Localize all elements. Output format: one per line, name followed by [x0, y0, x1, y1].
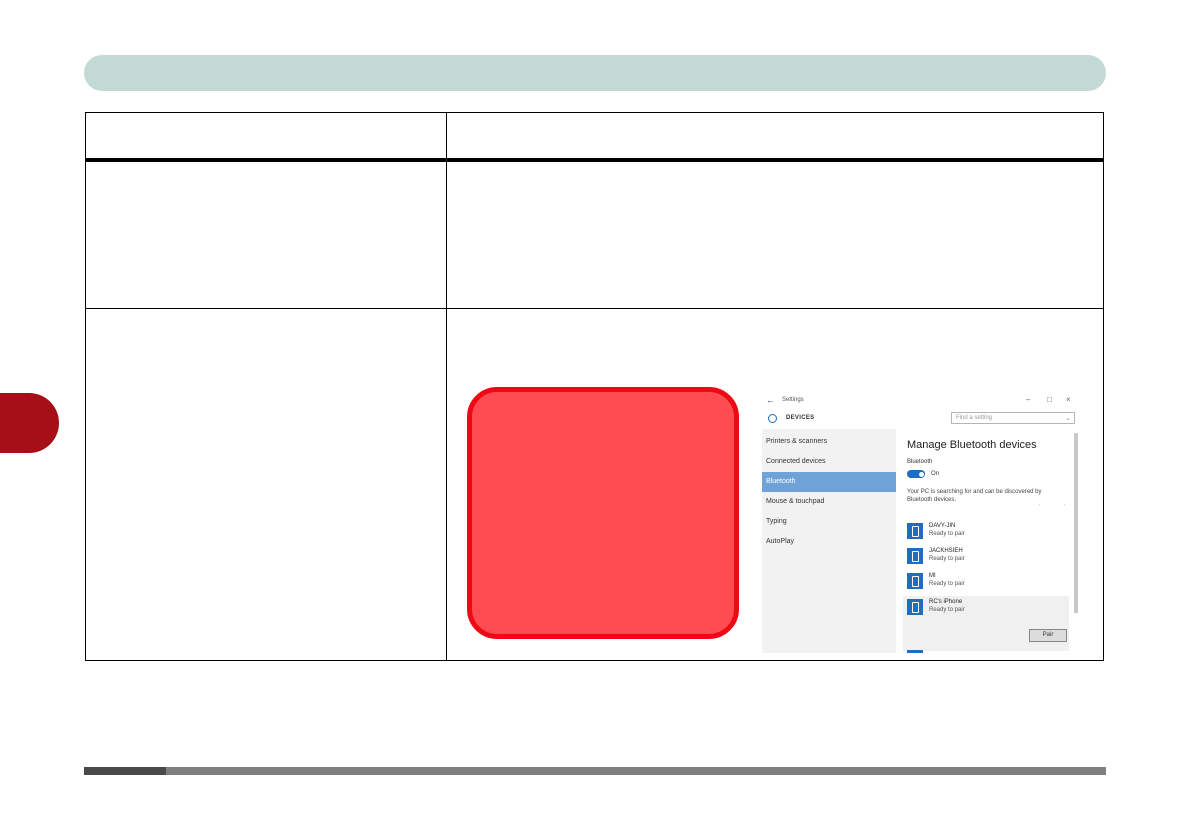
- window-titlebar: ← Settings – □ ×: [762, 393, 1080, 409]
- list-item[interactable]: MI Ready to pair: [903, 570, 1069, 594]
- device-name: DAVY-JIN: [929, 523, 956, 529]
- sidebar-item-connected-devices[interactable]: Connected devices: [762, 452, 896, 472]
- settings-sidebar: Printers & scanners Connected devices Bl…: [762, 429, 896, 653]
- search-icon: ⌄: [1065, 415, 1071, 422]
- table-row: [85, 159, 1104, 309]
- scrollbar[interactable]: [1074, 433, 1078, 613]
- search-input[interactable]: Find a setting ⌄: [951, 412, 1075, 424]
- callout-box: [467, 387, 739, 639]
- header-bar: [84, 55, 1106, 91]
- table-header-cell-left: [85, 112, 447, 162]
- table-header-cell-right: [446, 112, 1104, 162]
- back-arrow-icon[interactable]: ←: [766, 395, 775, 405]
- scroll-dot-icon: ˙: [1064, 505, 1066, 511]
- sidebar-item-autoplay[interactable]: AutoPlay: [762, 532, 896, 552]
- bluetooth-toggle[interactable]: [907, 470, 925, 478]
- table-header-row: [85, 112, 1104, 162]
- bluetooth-settings-screenshot: ← Settings – □ × DEVICES Find a setting …: [762, 393, 1080, 653]
- device-name: RC's iPhone: [929, 599, 963, 605]
- page-title: Manage Bluetooth devices: [907, 439, 1037, 451]
- device-icon: [907, 548, 923, 564]
- device-icon: [907, 599, 923, 615]
- section-title: DEVICES: [786, 415, 815, 421]
- close-icon[interactable]: ×: [1066, 395, 1071, 404]
- device-status: Ready to pair: [929, 607, 965, 613]
- device-name: JACKHSIEH: [929, 548, 963, 554]
- device-status: Ready to pair: [929, 556, 965, 562]
- sidebar-item-bluetooth[interactable]: Bluetooth: [762, 472, 896, 492]
- scroll-dot-icon: ˙: [1039, 505, 1041, 511]
- device-icon: [907, 573, 923, 589]
- device-icon: [907, 523, 923, 539]
- footer-rule: [84, 767, 1106, 775]
- gear-icon: [768, 414, 777, 423]
- maximize-icon[interactable]: □: [1047, 395, 1052, 404]
- toggle-state: On: [931, 471, 940, 477]
- sidebar-item-printers[interactable]: Printers & scanners: [762, 432, 896, 452]
- bluetooth-panel: Manage Bluetooth devices Bluetooth On Yo…: [896, 429, 1076, 653]
- device-name: MI: [929, 573, 936, 579]
- table-cell: [85, 159, 447, 309]
- list-item[interactable]: DAVY-JIN Ready to pair: [903, 520, 1069, 544]
- device-status: Ready to pair: [929, 531, 965, 537]
- pair-button[interactable]: Pair: [1029, 629, 1067, 642]
- sidebar-item-mouse-touchpad[interactable]: Mouse & touchpad: [762, 492, 896, 512]
- list-item[interactable]: JACKHSIEH Ready to pair: [903, 545, 1069, 569]
- table-cell: [446, 159, 1104, 309]
- search-placeholder: Find a setting: [956, 415, 993, 421]
- window-title: Settings: [782, 397, 804, 403]
- sidebar-item-typing[interactable]: Typing: [762, 512, 896, 532]
- list-item[interactable]: RC's iPhone Ready to pair: [903, 596, 1069, 651]
- chapter-tab: [0, 393, 59, 453]
- bluetooth-label: Bluetooth: [907, 459, 933, 465]
- device-status: Ready to pair: [929, 581, 965, 587]
- scroll-indicator: [907, 650, 923, 653]
- table-cell: [85, 308, 447, 661]
- minimize-icon[interactable]: –: [1026, 395, 1030, 404]
- searching-text: Your PC is searching for and can be disc…: [907, 489, 1042, 503]
